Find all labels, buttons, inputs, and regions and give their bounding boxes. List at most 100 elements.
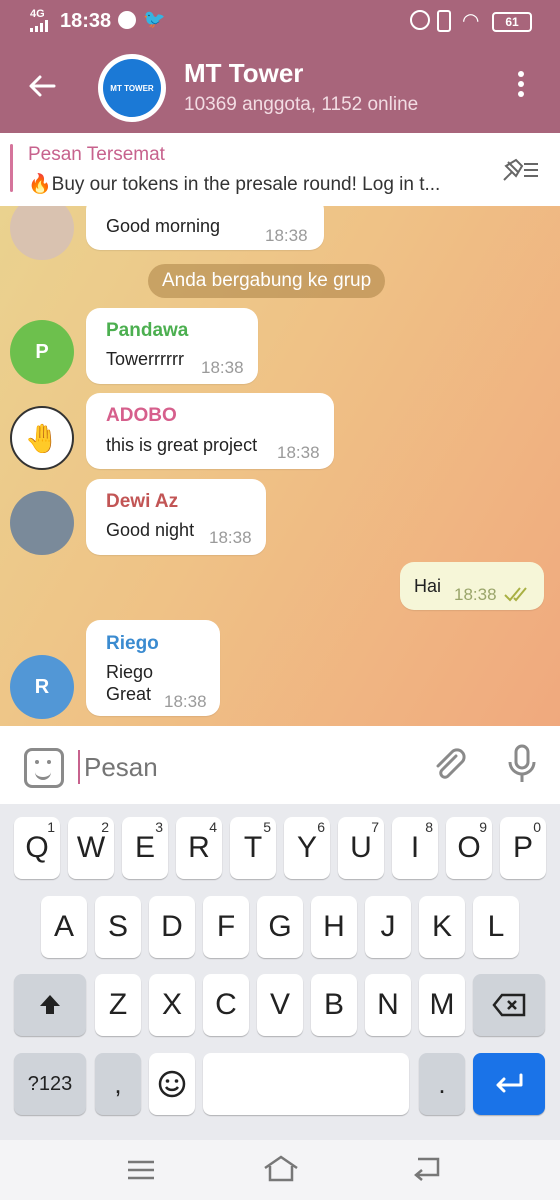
key-label: P (512, 831, 533, 864)
period-key[interactable]: . (419, 1053, 465, 1115)
sender-name[interactable]: Riego (106, 633, 159, 655)
key-a[interactable]: A (41, 896, 87, 958)
key-n[interactable]: N (365, 974, 411, 1036)
key-hint: 2 (101, 819, 109, 835)
chat-area[interactable]: Good morning 18:38 Anda bergabung ke gru… (0, 206, 560, 726)
backspace-icon (492, 993, 526, 1017)
avatar[interactable] (10, 206, 74, 260)
pin-list-icon[interactable] (500, 156, 540, 184)
key-o[interactable]: O9 (446, 817, 492, 879)
pinned-label: Pesan Tersemat (28, 144, 165, 165)
key-l[interactable]: L (473, 896, 519, 958)
key-s[interactable]: S (95, 896, 141, 958)
key-label: O (457, 831, 481, 864)
key-r[interactable]: R4 (176, 817, 222, 879)
sender-name[interactable]: ADOBO (106, 405, 177, 427)
message-text: Great (106, 684, 152, 704)
key-hint: 1 (47, 819, 55, 835)
key-w[interactable]: W2 (68, 817, 114, 879)
on-screen-keyboard: Q1 W2 E3 R4 T5 Y6 U7 I8 O9 P0 A S D F G … (0, 804, 560, 1140)
telegram-icon (118, 11, 136, 29)
sender-name[interactable]: Pandawa (106, 320, 188, 342)
shift-key[interactable] (14, 974, 86, 1036)
avatar[interactable]: R (10, 655, 74, 719)
backspace-key[interactable] (473, 974, 545, 1036)
key-label: U (350, 831, 372, 864)
key-t[interactable]: T5 (230, 817, 276, 879)
key-m[interactable]: M (419, 974, 465, 1036)
home-nav-icon[interactable] (262, 1154, 300, 1187)
system-nav-bar (0, 1140, 560, 1200)
sender-name[interactable]: Dewi Az (106, 491, 178, 513)
group-avatar[interactable]: MT TOWER (98, 54, 166, 122)
pinned-text: 🔥Buy our tokens in the presale round! Lo… (28, 174, 441, 195)
key-label: Y (296, 831, 317, 864)
vibrate-icon (437, 10, 451, 32)
key-b[interactable]: B (311, 974, 357, 1036)
key-hint: 8 (425, 819, 433, 835)
message-text: Riego (106, 662, 154, 682)
sticker-icon[interactable] (24, 748, 64, 788)
message-time: 18:38 (277, 443, 320, 462)
message-text: Good night (106, 520, 195, 540)
key-f[interactable]: F (203, 896, 249, 958)
key-g[interactable]: G (257, 896, 303, 958)
back-arrow-icon[interactable] (24, 68, 60, 104)
battery-icon: 61 (492, 12, 532, 32)
key-label: W (76, 831, 106, 864)
comma-key[interactable]: , (95, 1053, 141, 1115)
key-hint: 4 (209, 819, 217, 835)
key-label: T (243, 831, 263, 864)
signal-icon (30, 20, 52, 32)
message-time: 18:38 (454, 585, 497, 604)
more-options-icon[interactable] (514, 70, 528, 102)
pinned-indicator (10, 144, 13, 192)
key-label: I (410, 831, 420, 864)
key-k[interactable]: K (419, 896, 465, 958)
key-u[interactable]: U7 (338, 817, 384, 879)
message-input-bar (0, 726, 560, 804)
avatar-letter: P (35, 340, 49, 363)
key-hint: 6 (317, 819, 325, 835)
key-hint: 0 (533, 819, 541, 835)
key-z[interactable]: Z (95, 974, 141, 1036)
status-bar: 4G 18:38 🐦 ◠ 61 (0, 0, 560, 42)
enter-key[interactable] (473, 1053, 545, 1115)
key-e[interactable]: E3 (122, 817, 168, 879)
key-v[interactable]: V (257, 974, 303, 1036)
back-nav-icon[interactable] (412, 1156, 442, 1187)
attach-icon[interactable] (430, 746, 468, 789)
space-key[interactable] (203, 1053, 409, 1115)
key-hint: 9 (479, 819, 487, 835)
key-p[interactable]: P0 (500, 817, 546, 879)
key-d[interactable]: D (149, 896, 195, 958)
key-y[interactable]: Y6 (284, 817, 330, 879)
key-q[interactable]: Q1 (14, 817, 60, 879)
message-text: this is great project (106, 435, 258, 455)
avatar[interactable]: 🤚 (10, 406, 74, 470)
symbols-key[interactable]: ?123 (14, 1053, 86, 1115)
text-cursor (78, 750, 80, 784)
chat-title[interactable]: MT Tower (184, 58, 303, 89)
key-hint: 7 (371, 819, 379, 835)
key-label: E (134, 831, 155, 864)
menu-nav-icon[interactable] (126, 1158, 156, 1187)
message-time: 18:38 (164, 692, 207, 711)
adobo-avatar-icon: 🤚 (24, 422, 60, 454)
message-input[interactable] (82, 746, 406, 788)
avatar[interactable]: P (10, 320, 74, 384)
key-x[interactable]: X (149, 974, 195, 1036)
key-h[interactable]: H (311, 896, 357, 958)
microphone-icon[interactable] (506, 744, 538, 791)
key-label: R (188, 831, 210, 864)
message-text: Towerrrrrr (106, 349, 184, 369)
wifi-icon: ◠ (462, 10, 480, 32)
emoji-key[interactable] (149, 1053, 195, 1115)
message-time: 18:38 (201, 358, 244, 377)
group-avatar-logo: MT TOWER (103, 59, 161, 117)
key-c[interactable]: C (203, 974, 249, 1036)
key-i[interactable]: I8 (392, 817, 438, 879)
key-j[interactable]: J (365, 896, 411, 958)
avatar[interactable] (10, 491, 74, 555)
key-label: Q (25, 831, 49, 864)
